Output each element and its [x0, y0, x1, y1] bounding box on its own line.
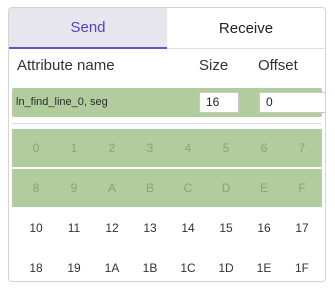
- bit-cell[interactable]: 6: [245, 129, 283, 167]
- bit-cell[interactable]: 16: [245, 209, 283, 247]
- bit-cell[interactable]: 18: [17, 249, 55, 281]
- bit-cell[interactable]: D: [207, 169, 245, 207]
- offset-field[interactable]: 0: [259, 92, 325, 113]
- bit-cell[interactable]: 0: [17, 129, 55, 167]
- attribute-name-header: Attribute name: [17, 57, 115, 74]
- bit-cell[interactable]: 1D: [207, 249, 245, 281]
- bit-grid: 0 1 2 3 4 5 6 7 8 9 A B C D E F 10 11 12 13 14 15 16 17 18 19 1A 1B…: [12, 129, 322, 281]
- bit-cell[interactable]: 1: [55, 129, 93, 167]
- bit-cell[interactable]: A: [93, 169, 131, 207]
- bit-cell[interactable]: 9: [55, 169, 93, 207]
- bit-field-panel: Send Receive Attribute name Size Offset …: [8, 7, 326, 282]
- bit-cell[interactable]: 2: [93, 129, 131, 167]
- attribute-name: ln_find_line_0, seg: [16, 96, 108, 108]
- bit-row: 89ABCDEF: [12, 169, 322, 207]
- bit-cell[interactable]: 14: [169, 209, 207, 247]
- bit-row: 01234567: [12, 129, 322, 167]
- tab-send[interactable]: Send: [9, 8, 167, 49]
- bit-cell[interactable]: 1F: [283, 249, 321, 281]
- bit-cell[interactable]: C: [169, 169, 207, 207]
- bit-cell[interactable]: 11: [55, 209, 93, 247]
- bit-cell[interactable]: 1E: [245, 249, 283, 281]
- size-field[interactable]: 16: [199, 92, 239, 113]
- tab-receive[interactable]: Receive: [167, 8, 325, 49]
- bit-cell[interactable]: B: [131, 169, 169, 207]
- bit-cell[interactable]: 10: [17, 209, 55, 247]
- bit-cell[interactable]: E: [245, 169, 283, 207]
- divider: [12, 123, 322, 124]
- bit-cell[interactable]: 7: [283, 129, 321, 167]
- tab-bar: Send Receive: [9, 8, 325, 49]
- bit-cell[interactable]: 12: [93, 209, 131, 247]
- bit-cell[interactable]: 15: [207, 209, 245, 247]
- bit-cell[interactable]: 5: [207, 129, 245, 167]
- bit-cell[interactable]: 8: [17, 169, 55, 207]
- bit-cell[interactable]: 1B: [131, 249, 169, 281]
- size-header: Size: [199, 57, 229, 74]
- column-header: Attribute name Size Offset: [9, 49, 325, 77]
- bit-cell[interactable]: 13: [131, 209, 169, 247]
- bit-cell[interactable]: 17: [283, 209, 321, 247]
- bit-cell[interactable]: 3: [131, 129, 169, 167]
- bit-cell[interactable]: 1A: [93, 249, 131, 281]
- bit-cell[interactable]: 4: [169, 129, 207, 167]
- attribute-row[interactable]: ln_find_line_0, seg 16 0: [12, 88, 325, 117]
- bit-cell[interactable]: 1C: [169, 249, 207, 281]
- bit-row: 18 19 1A 1B 1C 1D 1E 1F: [12, 249, 322, 281]
- bit-cell[interactable]: 19: [55, 249, 93, 281]
- offset-header: Offset: [258, 57, 298, 74]
- bit-row: 10 11 12 13 14 15 16 17: [12, 209, 322, 247]
- bit-cell[interactable]: F: [283, 169, 321, 207]
